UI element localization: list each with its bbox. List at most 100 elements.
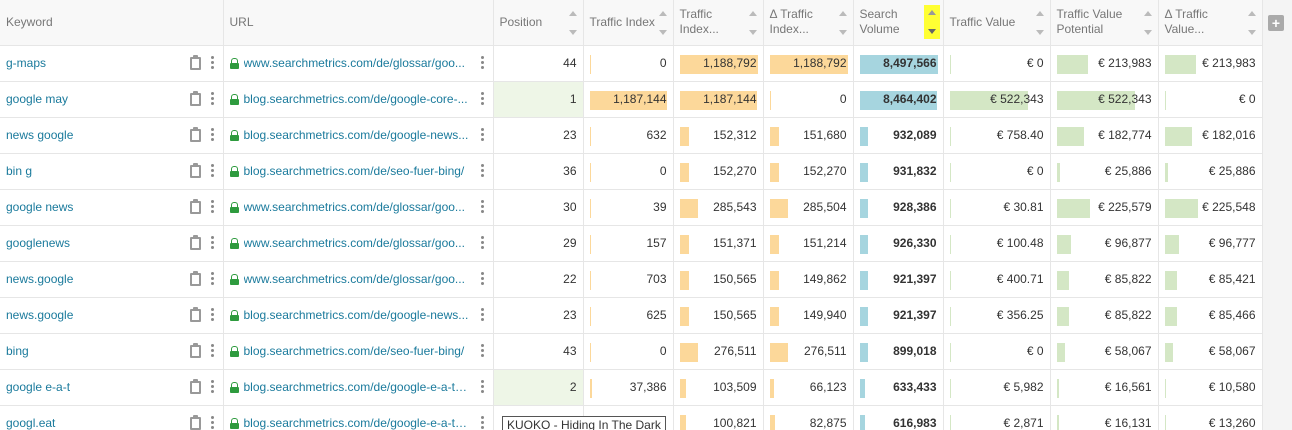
delta-traffic-index-cell-bar xyxy=(769,90,771,110)
clipboard-icon[interactable] xyxy=(189,270,201,286)
sort-icon[interactable] xyxy=(1247,11,1257,35)
more-options-icon[interactable] xyxy=(480,379,485,395)
table-row[interactable]: bing blog.searchmetrics.com/de/seo-fuer-b… xyxy=(0,333,1263,370)
sort-icon[interactable] xyxy=(658,11,668,35)
clipboard-icon[interactable] xyxy=(189,234,201,250)
more-options-icon[interactable] xyxy=(210,271,215,287)
col-search-volume[interactable]: Search Volume xyxy=(853,0,944,46)
more-options-icon[interactable] xyxy=(210,379,215,395)
position-value: 23 xyxy=(563,128,577,142)
url-link[interactable]: www.searchmetrics.com/de/glossar/goo... xyxy=(244,236,470,250)
sort-icon[interactable] xyxy=(1035,11,1045,35)
clipboard-icon[interactable] xyxy=(189,306,201,322)
sort-icon[interactable] xyxy=(568,11,578,35)
more-options-icon[interactable] xyxy=(480,127,485,143)
more-options-icon[interactable] xyxy=(210,235,215,251)
more-options-icon[interactable] xyxy=(480,199,485,215)
table-row[interactable]: bin g blog.searchmetrics.com/de/seo-fuer-… xyxy=(0,153,1263,190)
keyword-link[interactable]: googlenews xyxy=(6,236,70,250)
url-link[interactable]: blog.searchmetrics.com/de/google-e-a-t-r… xyxy=(244,380,470,394)
col-delta-traffic-value[interactable]: Δ Traffic Value... xyxy=(1158,0,1263,46)
col-position[interactable]: Position xyxy=(493,0,584,46)
search-volume-cell-bar xyxy=(859,198,869,218)
table-row[interactable]: news.google blog.searchmetrics.com/de/goo… xyxy=(0,297,1263,334)
more-options-icon[interactable] xyxy=(210,307,215,323)
more-options-icon[interactable] xyxy=(480,235,485,251)
url-link[interactable]: blog.searchmetrics.com/de/google-core-..… xyxy=(244,92,470,106)
keyword-link[interactable]: googl.eat xyxy=(6,416,55,430)
keyword-link[interactable]: g-maps xyxy=(6,56,46,70)
keyword-link[interactable]: bing xyxy=(6,344,29,358)
keyword-link[interactable]: bin g xyxy=(6,164,32,178)
traffic-value-potential-cell-value: € 225,579 xyxy=(1098,200,1152,214)
table-row[interactable]: google may blog.searchmetrics.com/de/goog… xyxy=(0,81,1263,118)
clipboard-icon[interactable] xyxy=(189,378,201,394)
clipboard-icon[interactable] xyxy=(189,90,201,106)
clipboard-icon[interactable] xyxy=(189,414,201,430)
url-cell: blog.searchmetrics.com/de/google-e-a-t-r… xyxy=(223,369,494,406)
clipboard-icon[interactable] xyxy=(189,162,201,178)
more-options-icon[interactable] xyxy=(480,343,485,359)
col-traffic-value[interactable]: Traffic Value xyxy=(943,0,1051,46)
more-options-icon[interactable] xyxy=(210,415,215,430)
more-options-icon[interactable] xyxy=(480,91,485,107)
traffic-value-potential-cell-bar xyxy=(1056,126,1084,146)
more-options-icon[interactable] xyxy=(480,163,485,179)
lock-icon xyxy=(229,345,239,357)
keyword-link[interactable]: news google xyxy=(6,128,73,142)
col-traffic-index[interactable]: Traffic Index xyxy=(583,0,674,46)
url-link[interactable]: blog.searchmetrics.com/de/google-e-a-t-r… xyxy=(244,416,470,430)
delta-traffic-value-cell-value: € 0 xyxy=(1238,92,1256,106)
delta-traffic-index-cell-value: 149,940 xyxy=(803,308,847,322)
table-row[interactable]: google news www.searchmetrics.com/de/glos… xyxy=(0,189,1263,226)
delta-traffic-index-cell: 149,940 xyxy=(763,297,854,334)
more-options-icon[interactable] xyxy=(210,127,215,143)
url-link[interactable]: blog.searchmetrics.com/de/google-news... xyxy=(244,128,470,142)
clipboard-icon[interactable] xyxy=(189,342,201,358)
sort-icon[interactable] xyxy=(838,11,848,35)
table-row[interactable]: news.google www.searchmetrics.com/de/glos… xyxy=(0,261,1263,298)
url-link[interactable]: www.searchmetrics.com/de/glossar/goo... xyxy=(244,56,470,70)
more-options-icon[interactable] xyxy=(210,163,215,179)
url-link[interactable]: www.searchmetrics.com/de/glossar/goo... xyxy=(244,200,470,214)
more-options-icon[interactable] xyxy=(480,415,485,430)
url-link[interactable]: blog.searchmetrics.com/de/seo-fuer-bing/ xyxy=(244,164,470,178)
clipboard-icon[interactable] xyxy=(189,126,201,142)
table-row[interactable]: google e-a-t blog.searchmetrics.com/de/go… xyxy=(0,369,1263,406)
traffic-index-2-cell-bar xyxy=(679,342,698,362)
col-traffic-index-2[interactable]: Traffic Index... xyxy=(673,0,764,46)
url-link[interactable]: blog.searchmetrics.com/de/google-news... xyxy=(244,308,470,322)
more-options-icon[interactable] xyxy=(210,91,215,107)
url-link[interactable]: www.searchmetrics.com/de/glossar/goo... xyxy=(244,272,470,286)
sort-active-icon[interactable] xyxy=(923,5,940,39)
url-cell: www.searchmetrics.com/de/glossar/goo... xyxy=(223,225,494,262)
keyword-link[interactable]: google may xyxy=(6,92,68,106)
more-options-icon[interactable] xyxy=(210,55,215,71)
add-column-button[interactable]: + xyxy=(1268,15,1284,31)
more-options-icon[interactable] xyxy=(480,55,485,71)
keyword-link[interactable]: news.google xyxy=(6,272,73,286)
more-options-icon[interactable] xyxy=(480,307,485,323)
table-row[interactable]: news google blog.searchmetrics.com/de/goo… xyxy=(0,117,1263,154)
clipboard-icon[interactable] xyxy=(189,54,201,70)
keyword-link[interactable]: google e-a-t xyxy=(6,380,70,394)
url-cell: www.searchmetrics.com/de/glossar/goo... xyxy=(223,189,494,226)
keyword-link[interactable]: google news xyxy=(6,200,73,214)
col-traffic-value-potential[interactable]: Traffic Value Potential xyxy=(1050,0,1159,46)
more-options-icon[interactable] xyxy=(210,199,215,215)
more-options-icon[interactable] xyxy=(480,271,485,287)
delta-traffic-index-cell-bar xyxy=(769,234,780,254)
keyword-link[interactable]: news.google xyxy=(6,308,73,322)
sort-icon[interactable] xyxy=(748,11,758,35)
table-row[interactable]: g-maps www.searchmetrics.com/de/glossar/g… xyxy=(0,45,1263,82)
traffic-value-cell: € 356.25 xyxy=(943,297,1051,334)
traffic-value-cell-bar xyxy=(949,162,951,182)
table-row[interactable]: googlenews www.searchmetrics.com/de/gloss… xyxy=(0,225,1263,262)
url-link[interactable]: blog.searchmetrics.com/de/seo-fuer-bing/ xyxy=(244,344,470,358)
col-delta-traffic-index[interactable]: Δ Traffic Index... xyxy=(763,0,854,46)
sort-icon[interactable] xyxy=(1143,11,1153,35)
col-keyword[interactable]: Keyword xyxy=(0,0,224,46)
clipboard-icon[interactable] xyxy=(189,198,201,214)
more-options-icon[interactable] xyxy=(210,343,215,359)
col-url[interactable]: URL xyxy=(223,0,494,46)
